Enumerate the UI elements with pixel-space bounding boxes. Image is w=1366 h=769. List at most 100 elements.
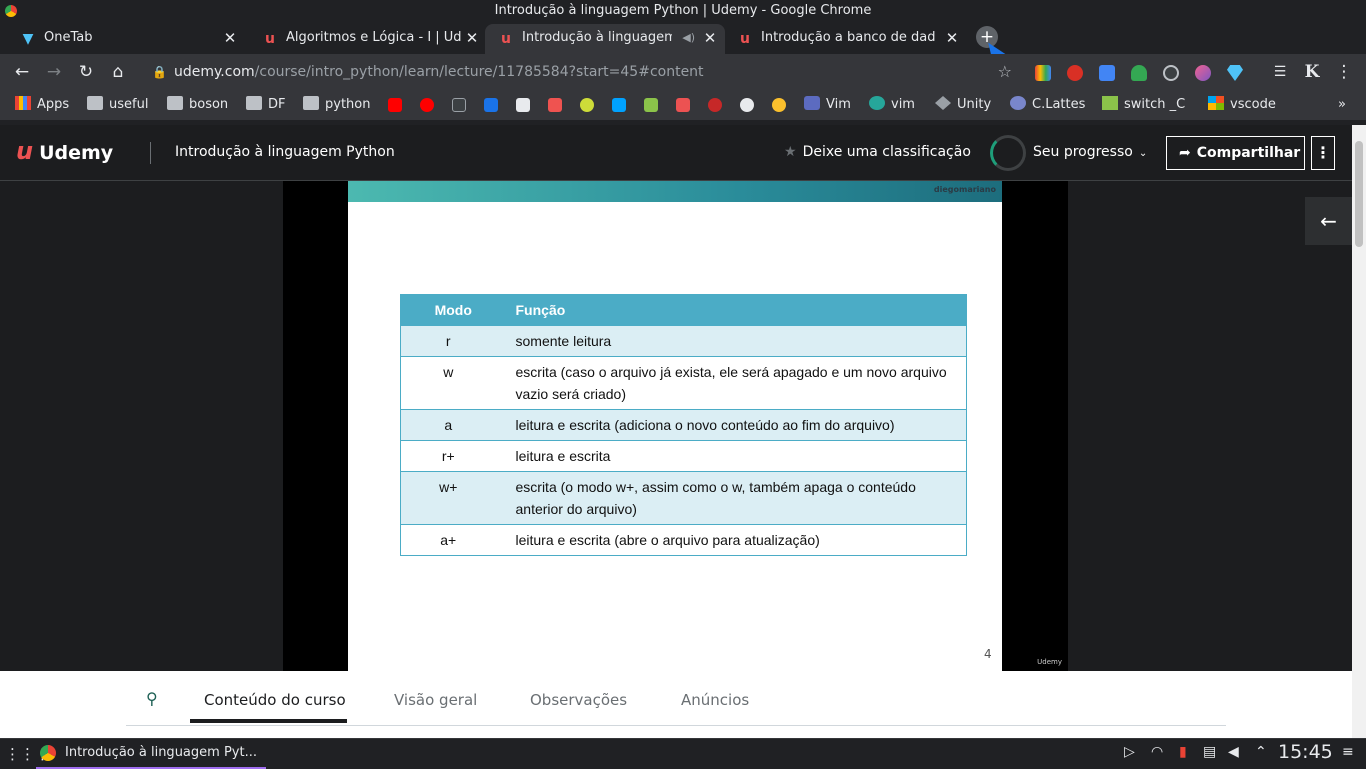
bookmark-vim-lower[interactable]: vim [869,90,915,120]
taskbar-chrome-window[interactable]: Introdução à linguagem Pyt... [36,739,266,769]
chrome-icon [5,5,17,17]
bookmark-vim[interactable]: Vim [804,90,851,120]
folder-icon [87,96,103,110]
battery-icon[interactable]: ▮ [1179,744,1187,760]
course-title[interactable]: Introdução à linguagem Python [175,144,395,160]
media-play-icon[interactable]: ▷ [1124,744,1135,760]
extension-shield-icon[interactable] [1131,65,1147,81]
bookmark-grid-icon[interactable] [516,98,530,112]
bookmark-green-icon[interactable] [580,98,594,112]
bookmark-unity[interactable]: Unity [935,90,991,120]
media-control-icon[interactable]: ☰ [1270,62,1290,82]
tab-announcements[interactable]: Anúncios [681,691,749,709]
lecture-slide: diegomariano Modo Função r somente leitur… [348,181,1002,671]
bookmark-switch[interactable]: switch _C [1102,90,1185,120]
tab-course-content[interactable]: Conteúdo do curso [204,691,346,709]
function-cell: leitura e escrita [505,440,967,472]
back-icon[interactable]: ← [12,62,32,82]
close-icon[interactable]: ✕ [465,24,479,52]
progress-dropdown[interactable]: Seu progresso ⌄ [1033,144,1147,160]
edge-icon[interactable] [484,98,498,112]
table-row: r somente leitura [400,325,967,357]
store-icon[interactable] [548,98,562,112]
udemy-bookmark-icon[interactable] [676,98,690,112]
bookmark-python[interactable]: python [303,90,370,120]
bookmark-red-icon[interactable] [708,98,722,112]
close-icon[interactable]: ✕ [945,24,959,52]
column-header: Função [505,294,967,326]
bookmark-leaf-icon[interactable] [644,98,658,112]
video-frame[interactable]: diegomariano Modo Função r somente leitur… [283,181,1068,671]
close-icon[interactable]: ✕ [223,24,237,52]
bookmark-box-icon[interactable] [452,98,466,112]
video-player-area: diegomariano Modo Função r somente leitur… [0,181,1352,671]
bookmark-clattes[interactable]: C.Lattes [1010,90,1085,120]
share-button[interactable]: ➦ Compartilhar [1166,136,1305,170]
home-icon[interactable]: ⌂ [108,62,128,82]
address-bar[interactable]: 🔒 udemy.com/course/intro_python/learn/le… [142,58,1022,86]
udemy-icon: u [501,31,511,47]
udemy-icon: u [16,137,34,165]
bookmarks-overflow-icon[interactable]: » [1338,90,1346,120]
udemy-icon: u [740,31,750,47]
profile-icon[interactable]: K [1302,62,1322,82]
apps-grid-icon [15,96,31,110]
extension-red-icon[interactable] [1067,65,1083,81]
udemy-watermark: Udemy [1037,658,1062,666]
progress-ring[interactable] [990,135,1026,171]
bookmark-star-icon[interactable]: ☆ [998,58,1012,86]
forward-icon[interactable]: → [44,62,64,82]
bookmark-df[interactable]: DF [246,90,286,120]
youtube-icon[interactable] [388,98,402,112]
wifi-icon[interactable]: ◠ [1151,744,1163,760]
tab-strip: ▼ OneTab ✕ u Algoritmos e Lógica - I | U… [0,22,1366,54]
onetab-extension-icon[interactable] [1227,65,1243,81]
mode-cell: w+ [400,471,506,525]
dollar-icon[interactable] [612,98,626,112]
page-scrollbar[interactable] [1352,125,1366,738]
udemy-icon: u [265,31,275,47]
more-options-button[interactable]: ⋮ [1311,136,1335,170]
table-header-row: Modo Função [400,294,967,326]
google-translate-icon[interactable] [1099,65,1115,81]
clipboard-icon[interactable]: ▤ [1203,744,1216,760]
tab-onetab[interactable]: ▼ OneTab ✕ [0,24,245,54]
speaker-icon[interactable]: ◀) [682,24,695,52]
udemy-logo[interactable]: u Udemy [16,137,113,165]
extension-block-icon[interactable] [1163,65,1179,81]
close-icon[interactable]: ✕ [703,24,717,52]
bookmark-bird-icon[interactable] [740,98,754,112]
menu-icon[interactable]: ⋮ [1334,62,1354,82]
tab-overview[interactable]: Visão geral [394,691,477,709]
settings-sliders-icon[interactable]: ≡ [1342,744,1354,760]
extension-color-icon[interactable] [1035,65,1051,81]
unity-icon [935,96,951,110]
expand-sidebar-button[interactable]: ← [1305,197,1352,245]
volume-icon[interactable]: ◀ [1228,744,1239,760]
extension-moon-icon[interactable] [1195,65,1211,81]
tab-algoritmos[interactable]: u Algoritmos e Lógica - I | Ud ✕ [242,24,487,54]
function-cell: escrita (o modo w+, assim como o w, tamb… [505,471,967,525]
mode-cell: r [400,325,506,357]
bookmark-vscode[interactable]: vscode [1208,90,1276,120]
youtube-music-icon[interactable] [420,98,434,112]
switch-icon [1102,96,1118,110]
reload-icon[interactable]: ↻ [76,62,96,82]
clock: 15:45 [1278,741,1333,763]
active-tab-indicator [190,719,347,723]
scrollbar-thumb[interactable] [1355,141,1363,247]
tab-notes[interactable]: Observações [530,691,627,709]
tab-banco-de-dados[interactable]: u Introdução a banco de dad ✕ [722,24,967,54]
table-row: w+ escrita (o modo w+, assim como o w, ta… [400,471,967,525]
bookmark-useful[interactable]: useful [87,90,148,120]
chevron-up-icon[interactable]: ⌃ [1255,744,1267,760]
bookmark-boson[interactable]: boson [167,90,228,120]
folder-icon [246,96,262,110]
lichess-icon[interactable] [772,98,786,112]
window-title: Introdução à linguagem Python | Udemy - … [494,3,872,18]
rating-button[interactable]: ★ Deixe uma classificação [784,144,971,160]
table-row: a+ leitura e escrita (abre o arquivo para… [400,524,967,556]
bookmark-apps[interactable]: Apps [15,90,69,120]
tab-introducao-python[interactable]: u Introdução à linguagem ◀) ✕ [485,24,725,54]
search-icon[interactable]: ⚲ [146,689,158,708]
